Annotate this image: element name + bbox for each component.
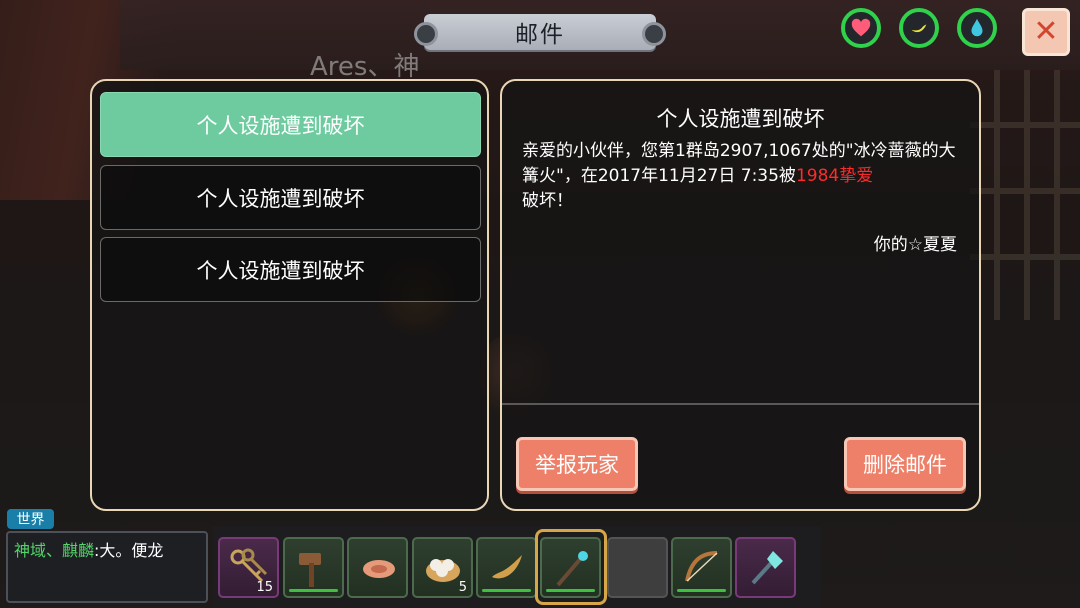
chat-message: 大。便龙 — [99, 541, 164, 560]
attacker-name: 1984挚爱 — [795, 166, 874, 186]
hunger-indicator — [899, 8, 939, 48]
item-count: 5 — [458, 580, 467, 595]
hotbar-slot[interactable] — [671, 537, 732, 598]
mail-body: 亲爱的小伙伴，您第1群岛2907,1067处的"冰冷蔷薇的大篝火"，在2017年… — [522, 139, 967, 214]
mail-title: 个人设施遭到破坏 — [656, 107, 825, 131]
chat-speaker: 神域、麒麟 — [14, 541, 95, 560]
delete-mail-button[interactable]: 删除邮件 — [844, 437, 966, 491]
banana-icon — [911, 24, 927, 33]
page-title: 邮件 — [515, 22, 565, 48]
horn-icon — [492, 555, 522, 579]
item-count: 15 — [256, 580, 273, 595]
hotbar-slot[interactable] — [347, 537, 408, 598]
close-button[interactable]: ✕ — [1022, 8, 1070, 56]
mail-signature: 你的☆夏夏 — [873, 235, 957, 255]
mail-subject: 个人设施遭到破坏 — [196, 113, 365, 138]
mail-detail-panel: 个人设施遭到破坏 亲爱的小伙伴，您第1群岛2907,1067处的"冰冷蔷薇的大篝… — [500, 79, 981, 511]
mail-body-text: 亲爱的小伙伴，您第1群岛2907,1067处的"冰冷蔷薇的大篝火"，在2017年… — [522, 141, 956, 186]
report-player-button[interactable]: 举报玩家 — [516, 437, 638, 491]
chat-box[interactable]: 神域、麒麟:大。便龙 — [6, 531, 208, 603]
heart-icon — [851, 18, 871, 37]
meat-icon — [363, 560, 395, 578]
hotbar-selection-frame — [535, 529, 607, 605]
close-icon: ✕ — [1033, 14, 1059, 49]
hammer-icon — [299, 553, 321, 587]
mail-list-item[interactable]: 个人设施遭到破坏 — [100, 92, 481, 157]
dumpling-basket-icon — [426, 559, 460, 582]
durability-bar — [482, 589, 531, 592]
hotbar-slot-empty[interactable] — [607, 537, 668, 598]
hotbar-slot[interactable]: 5 — [412, 537, 473, 598]
durability-bar — [289, 589, 338, 592]
crystal-staff-icon — [751, 551, 783, 585]
hotbar-slot[interactable] — [476, 537, 537, 598]
hotbar-slot[interactable] — [283, 537, 344, 598]
mail-list-item[interactable]: 个人设施遭到破坏 — [100, 237, 481, 302]
hotbar-slot[interactable] — [735, 537, 796, 598]
title-plaque: 邮件 — [414, 14, 666, 50]
mail-list-item[interactable]: 个人设施遭到破坏 — [100, 165, 481, 230]
player-nameplate: Ares、神 — [310, 52, 420, 82]
bow-icon — [685, 551, 718, 582]
chat-channel-tab[interactable]: 世界 — [7, 509, 54, 529]
mail-subject: 个人设施遭到破坏 — [196, 258, 365, 283]
divider — [502, 403, 979, 405]
durability-bar — [677, 589, 726, 592]
thirst-indicator — [957, 8, 997, 48]
health-indicator — [841, 8, 881, 48]
hotbar: 15 5 — [213, 526, 821, 608]
mail-body-ending: 破坏！ — [522, 191, 573, 211]
water-drop-icon — [971, 18, 983, 37]
mail-subject: 个人设施遭到破坏 — [196, 186, 365, 211]
hotbar-slot[interactable]: 15 — [218, 537, 279, 598]
mail-list-panel: 个人设施遭到破坏 个人设施遭到破坏 个人设施遭到破坏 — [90, 79, 489, 511]
